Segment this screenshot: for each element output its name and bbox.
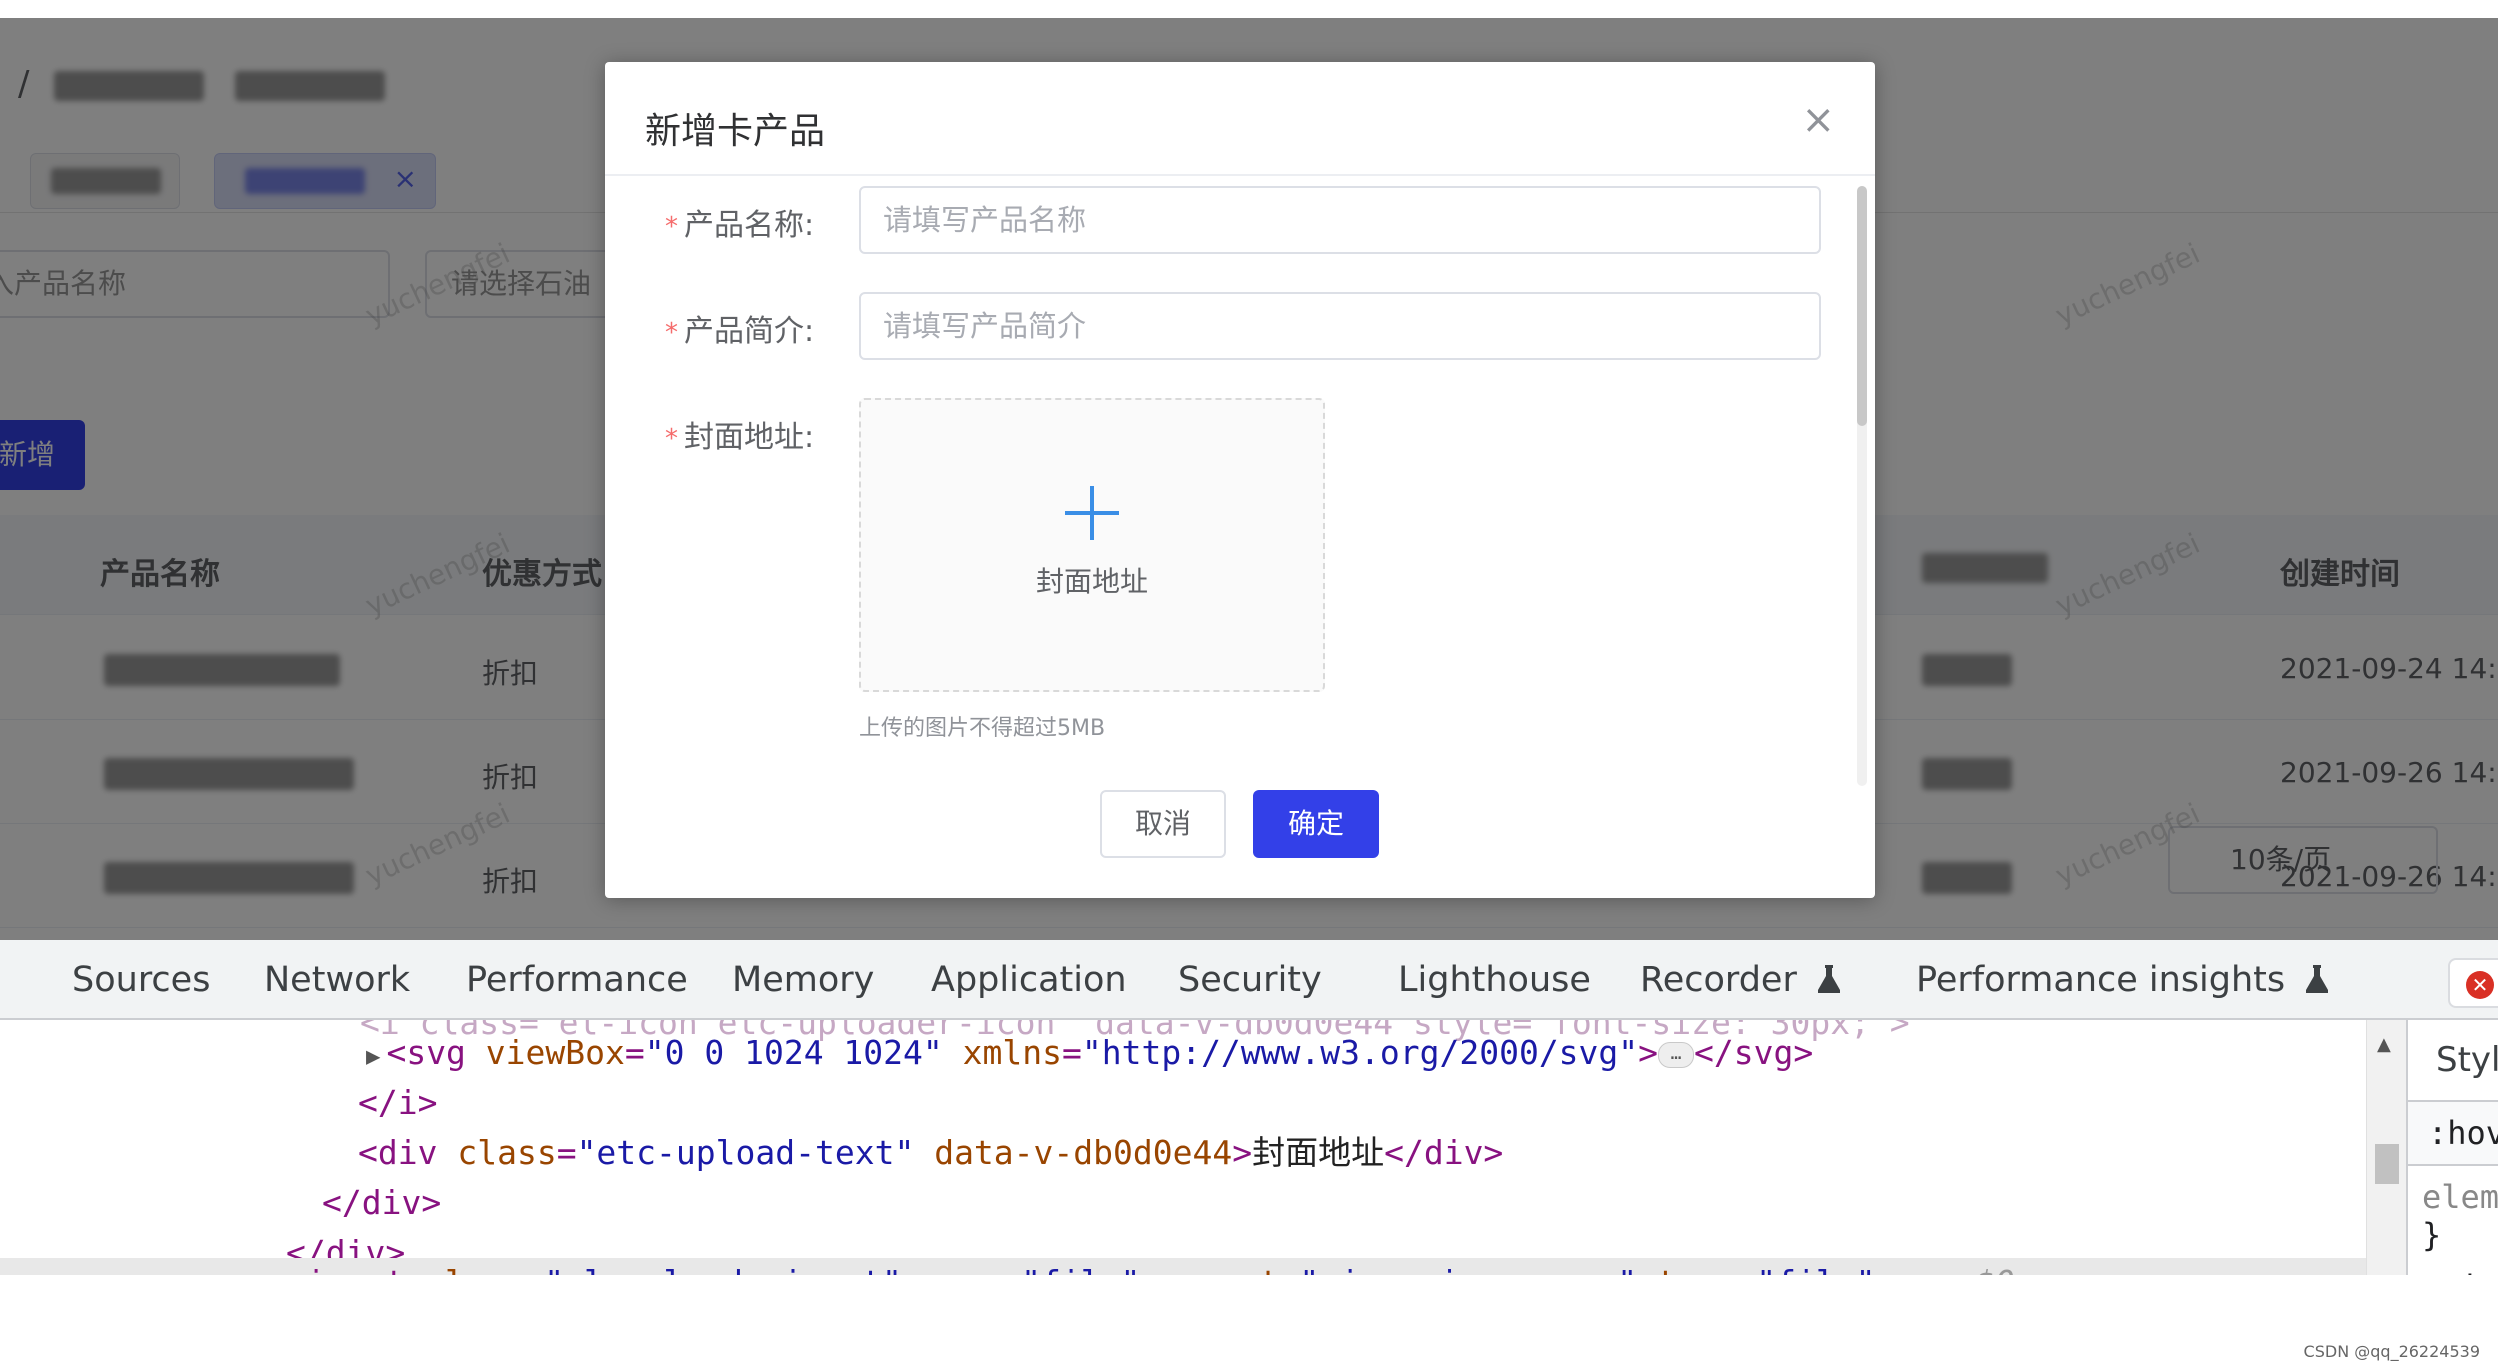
element-style-selector: elem: [2422, 1178, 2498, 1216]
code-line-svg[interactable]: ▶ <svg viewBox="0 0 1024 1024" xmlns="htt…: [0, 1028, 2366, 1078]
cover-uploader[interactable]: 封面地址: [859, 398, 1325, 692]
required-mark: *: [665, 318, 678, 348]
scroll-up-icon[interactable]: ▲: [2377, 1034, 2391, 1055]
add-card-product-dialog: 新增卡产品 × * 产品名称: 请填写产品名称 * 产品简介: 请填写产品简介 * 封…: [605, 62, 1875, 898]
required-mark: *: [665, 212, 678, 242]
error-icon: ✕: [2466, 971, 2494, 999]
flask-icon: [1818, 965, 1840, 993]
plus-icon: [1065, 486, 1119, 540]
style-rule-fragment: in: [2460, 1268, 2498, 1275]
csdn-credit: CSDN @qq_26224539: [2303, 1342, 2480, 1361]
dialog-divider: [605, 174, 1875, 176]
screenshot-root: / × 入产品名称 请选择石油 新增 产品名称 优惠方式 创建时间 折扣: [0, 0, 2498, 1368]
required-mark: *: [665, 424, 678, 454]
code-line-div-close[interactable]: </div>: [0, 1178, 2366, 1228]
confirm-button[interactable]: 确定: [1253, 790, 1379, 858]
tab-recorder[interactable]: Recorder: [1640, 960, 1840, 1000]
close-icon[interactable]: ×: [1801, 100, 1835, 140]
product-intro-input[interactable]: 请填写产品简介: [859, 292, 1821, 360]
code-line-i-close[interactable]: </i>: [0, 1078, 2366, 1128]
styles-filter[interactable]: :hov: [2408, 1100, 2498, 1166]
ellipsis-badge[interactable]: …: [1658, 1041, 1695, 1068]
elements-tree: <i class="el-icon etc-uploader-icon" dat…: [0, 1020, 2366, 1275]
product-name-input[interactable]: 请填写产品名称: [859, 186, 1821, 254]
styles-pane: Styles :hov elem } in: [2406, 1020, 2498, 1275]
dialog-title: 新增卡产品: [645, 111, 826, 152]
upload-tip: 上传的图片不得超过5MB: [859, 716, 1106, 741]
tab-security[interactable]: Security: [1178, 960, 1322, 1000]
error-badge[interactable]: ✕: [2448, 958, 2498, 1008]
upload-text: 封面地址: [1035, 565, 1148, 598]
flask-icon: [2306, 965, 2329, 993]
tab-performance[interactable]: Performance: [466, 960, 688, 1000]
dialog-scrollbar[interactable]: [1857, 186, 1867, 786]
tab-sources[interactable]: Sources: [72, 960, 210, 1000]
devtools-tabbar: Sources Network Performance Memory Appli…: [0, 940, 2498, 1020]
tab-memory[interactable]: Memory: [732, 960, 874, 1000]
code-line-upload-text[interactable]: <div class="etc-upload-text" data-v-db0d…: [0, 1128, 2366, 1178]
devtools-panel: Sources Network Performance Memory Appli…: [0, 940, 2498, 1335]
styles-header[interactable]: Styles: [2436, 1040, 2498, 1080]
code-line-input-selected[interactable]: <input class="el-upload__input" name="fi…: [0, 1258, 2366, 1275]
tab-network[interactable]: Network: [264, 960, 410, 1000]
style-brace: }: [2422, 1216, 2442, 1254]
cancel-button[interactable]: 取消: [1100, 790, 1226, 858]
elements-scrollbar[interactable]: ▲: [2366, 1020, 2406, 1275]
tab-lighthouse[interactable]: Lighthouse: [1398, 960, 1591, 1000]
product-intro-label: * 产品简介:: [665, 314, 815, 349]
tab-performance-insights[interactable]: Performance insights: [1916, 960, 2329, 1000]
product-name-label: * 产品名称:: [665, 208, 815, 243]
cover-url-label: * 封面地址:: [665, 420, 815, 455]
tab-application[interactable]: Application: [931, 960, 1127, 1000]
expand-triangle-icon[interactable]: ▶: [366, 1031, 380, 1081]
